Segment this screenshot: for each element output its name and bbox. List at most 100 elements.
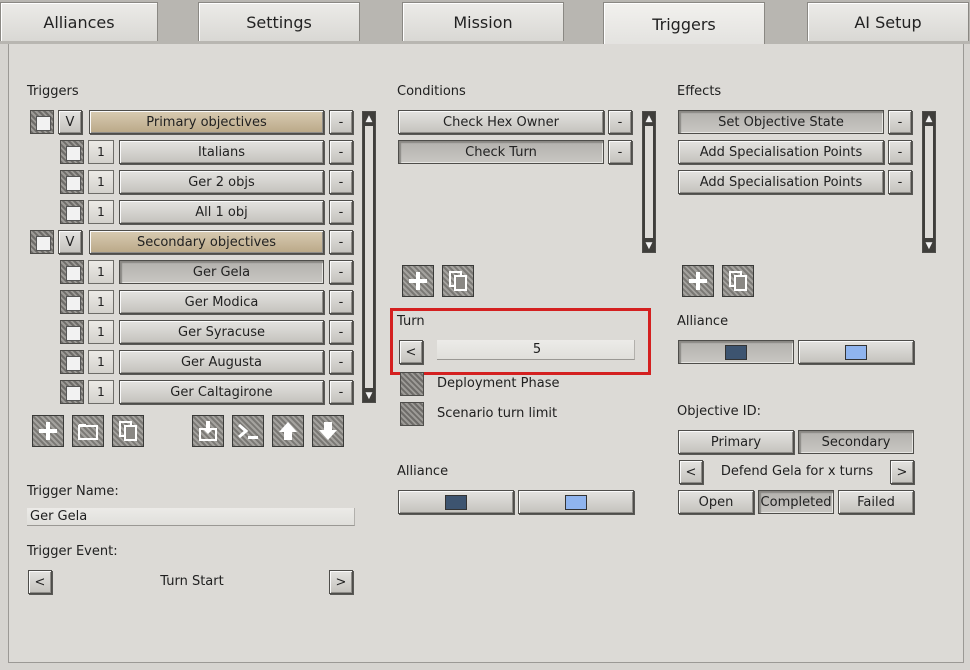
effect-add-specialisation-points[interactable]: Add Specialisation Points — [678, 170, 884, 194]
trigger-item[interactable]: Ger Caltagirone — [119, 380, 324, 404]
group-toggle-button[interactable]: V — [58, 110, 82, 134]
trigger-item[interactable]: Ger Modica — [119, 290, 324, 314]
move-up-button[interactable] — [272, 415, 304, 447]
state-open-button[interactable]: Open — [678, 490, 754, 514]
trigger-remove-button[interactable]: - — [329, 380, 353, 404]
condition-remove-button[interactable]: - — [608, 140, 632, 164]
tab-triggers[interactable]: Triggers — [603, 2, 765, 45]
effect-set-objective-state[interactable]: Set Objective State — [678, 110, 884, 134]
trigger-item[interactable]: Ger Syracuse — [119, 320, 324, 344]
checkbox-box-icon — [66, 326, 81, 341]
copy-effect-button[interactable] — [722, 265, 754, 297]
trigger-count: 1 — [88, 260, 114, 284]
condition-check-turn[interactable]: Check Turn — [398, 140, 604, 164]
group-toggle-button[interactable]: V — [58, 230, 82, 254]
trigger-event-prev-button[interactable]: < — [28, 570, 52, 594]
copy-trigger-button[interactable] — [112, 415, 144, 447]
effects-heading: Effects — [677, 84, 722, 99]
trigger-remove-button[interactable]: - — [329, 260, 353, 284]
trigger-remove-button[interactable]: - — [329, 320, 353, 344]
trigger-row-checkbox[interactable] — [60, 380, 84, 404]
trigger-item[interactable]: Ger Augusta — [119, 350, 324, 374]
script-button[interactable] — [232, 415, 264, 447]
state-completed-button[interactable]: Completed — [758, 490, 834, 514]
scroll-down-icon[interactable]: ▼ — [923, 239, 935, 252]
copy-icon — [729, 271, 747, 291]
tab-settings[interactable]: Settings — [198, 2, 360, 41]
trigger-row-checkbox[interactable] — [60, 260, 84, 284]
effects-scrollbar[interactable]: ▲ ▼ — [922, 111, 936, 253]
trigger-remove-button[interactable]: - — [329, 110, 353, 134]
add-group-button[interactable] — [72, 415, 104, 447]
effect-alliance-1-button[interactable] — [678, 340, 794, 364]
checkbox-box-icon — [66, 386, 81, 401]
trigger-row-checkbox[interactable] — [60, 320, 84, 344]
trigger-remove-button[interactable]: - — [329, 290, 353, 314]
condition-alliance-2-button[interactable] — [518, 490, 634, 514]
trigger-remove-button[interactable]: - — [329, 140, 353, 164]
trigger-item[interactable]: Italians — [119, 140, 324, 164]
trigger-list-scrollbar[interactable]: ▲ ▼ — [362, 111, 376, 403]
scenario-turn-limit-checkbox[interactable] — [400, 402, 424, 426]
objective-prev-button[interactable]: < — [679, 460, 703, 484]
triggers-heading: Triggers — [27, 84, 79, 99]
trigger-name-field[interactable]: Ger Gela — [27, 508, 355, 526]
effect-add-specialisation-points[interactable]: Add Specialisation Points — [678, 140, 884, 164]
copy-icon — [449, 271, 467, 291]
trigger-remove-button[interactable]: - — [329, 200, 353, 224]
trigger-remove-button[interactable]: - — [329, 350, 353, 374]
objective-secondary-button[interactable]: Secondary — [798, 430, 914, 454]
scroll-down-icon[interactable]: ▼ — [363, 389, 375, 402]
trigger-row-checkbox[interactable] — [60, 200, 84, 224]
scroll-up-icon[interactable]: ▲ — [363, 112, 375, 125]
add-condition-button[interactable] — [402, 265, 434, 297]
checkbox-box-icon — [66, 296, 81, 311]
folder-icon — [78, 424, 98, 440]
condition-remove-button[interactable]: - — [608, 110, 632, 134]
trigger-remove-button[interactable]: - — [329, 170, 353, 194]
objective-value: Defend Gela for x turns — [720, 464, 874, 479]
scroll-up-icon[interactable]: ▲ — [643, 112, 655, 125]
effect-alliance-2-button[interactable] — [798, 340, 914, 364]
terminal-icon — [238, 423, 258, 439]
deployment-phase-checkbox[interactable] — [400, 372, 424, 396]
move-down-button[interactable] — [312, 415, 344, 447]
trigger-item[interactable]: Ger Gela — [119, 260, 324, 284]
add-trigger-button[interactable] — [32, 415, 64, 447]
effect-remove-button[interactable]: - — [888, 140, 912, 164]
trigger-row-checkbox[interactable] — [60, 140, 84, 164]
tab-alliances[interactable]: Alliances — [0, 2, 158, 41]
import-button[interactable] — [192, 415, 224, 447]
checkbox-box-icon — [66, 266, 81, 281]
trigger-remove-button[interactable]: - — [329, 230, 353, 254]
trigger-row-checkbox[interactable] — [60, 290, 84, 314]
effect-remove-button[interactable]: - — [888, 170, 912, 194]
trigger-row-checkbox[interactable] — [30, 110, 54, 134]
copy-condition-button[interactable] — [442, 265, 474, 297]
trigger-name-label: Trigger Name: — [27, 484, 119, 499]
effect-alliance-label: Alliance — [677, 314, 729, 329]
tab-mission[interactable]: Mission — [402, 2, 564, 41]
condition-alliance-1-button[interactable] — [398, 490, 514, 514]
copy-icon — [119, 421, 137, 441]
tab-ai-setup[interactable]: AI Setup — [807, 2, 969, 41]
trigger-row-checkbox[interactable] — [60, 350, 84, 374]
condition-check-hex-owner[interactable]: Check Hex Owner — [398, 110, 604, 134]
trigger-group[interactable]: Secondary objectives — [89, 230, 324, 254]
trigger-item[interactable]: All 1 obj — [119, 200, 324, 224]
trigger-row-checkbox[interactable] — [30, 230, 54, 254]
trigger-group[interactable]: Primary objectives — [89, 110, 324, 134]
objective-primary-button[interactable]: Primary — [678, 430, 794, 454]
add-effect-button[interactable] — [682, 265, 714, 297]
conditions-scrollbar[interactable]: ▲ ▼ — [642, 111, 656, 253]
arrow-down-icon — [319, 422, 337, 440]
scroll-down-icon[interactable]: ▼ — [643, 239, 655, 252]
objective-next-button[interactable]: > — [890, 460, 914, 484]
trigger-count: 1 — [88, 320, 114, 344]
trigger-event-next-button[interactable]: > — [329, 570, 353, 594]
state-failed-button[interactable]: Failed — [838, 490, 914, 514]
trigger-row-checkbox[interactable] — [60, 170, 84, 194]
scroll-up-icon[interactable]: ▲ — [923, 112, 935, 125]
effect-remove-button[interactable]: - — [888, 110, 912, 134]
trigger-item[interactable]: Ger 2 objs — [119, 170, 324, 194]
